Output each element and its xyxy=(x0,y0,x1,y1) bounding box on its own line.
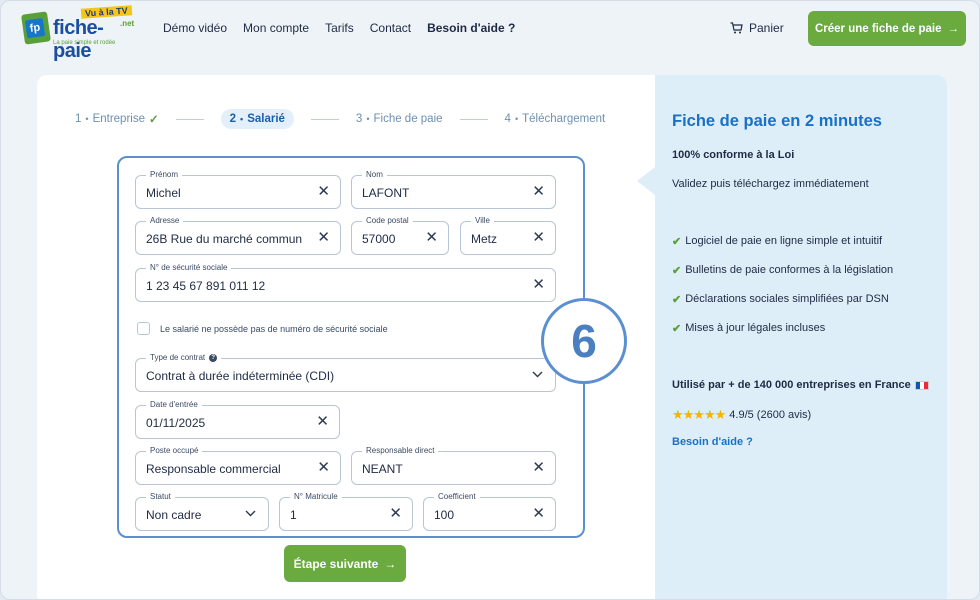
clear-icon[interactable]: ✕ xyxy=(532,506,545,522)
secu-field[interactable]: N° de sécurité sociale 1 23 45 67 891 01… xyxy=(135,263,556,302)
logo[interactable]: fp Vu à la TV fiche-paie .net La paie si… xyxy=(21,5,139,62)
date-entree-field[interactable]: Date d'entrée 01/11/2025 ✕ xyxy=(135,400,340,439)
adresse-field[interactable]: Adresse 26B Rue du marché commun ✕ xyxy=(135,216,341,255)
stars-icon: ★★★★★ xyxy=(672,407,726,422)
no-secu-checkbox[interactable] xyxy=(137,322,150,335)
step-divider xyxy=(459,118,488,120)
nom-field[interactable]: Nom LAFONT ✕ xyxy=(351,170,556,209)
chevron-down-icon xyxy=(532,367,543,381)
clear-icon[interactable]: ✕ xyxy=(317,184,330,200)
step-divider xyxy=(310,118,339,120)
nav-besoin-aide[interactable]: Besoin d'aide ? xyxy=(427,21,515,35)
check-icon: ✔ xyxy=(672,236,682,248)
coefficient-field[interactable]: Coefficient 100 ✕ xyxy=(423,492,556,531)
clear-icon[interactable]: ✕ xyxy=(532,277,545,293)
clear-icon[interactable]: ✕ xyxy=(532,184,545,200)
french-flag-icon xyxy=(914,380,929,390)
clear-icon[interactable]: ✕ xyxy=(316,414,329,430)
step-salarie[interactable]: 2 • Salarié xyxy=(220,109,294,129)
logo-net: .net xyxy=(120,19,135,28)
check-icon: ✔ xyxy=(672,323,682,335)
check-icon: ✔ xyxy=(672,294,682,306)
employee-form: Prénom Michel ✕ Nom LAFONT ✕ Adresse 26B… xyxy=(117,156,585,538)
cart-icon xyxy=(730,22,743,34)
nav-mon-compte[interactable]: Mon compte xyxy=(243,21,309,35)
statut-select[interactable]: Statut Non cadre xyxy=(135,492,269,531)
prenom-field[interactable]: Prénom Michel ✕ xyxy=(135,170,341,209)
main-card: Fiche de paie en 2 minutes 100% conforme… xyxy=(37,75,947,599)
step-divider xyxy=(175,118,204,120)
sidebar-subtitle: 100% conforme à la Loi xyxy=(672,149,795,161)
step-telechargement[interactable]: 4 • Téléchargement xyxy=(505,113,606,125)
no-secu-label: Le salarié ne possède pas de numéro de s… xyxy=(160,323,388,334)
list-item: ✔ Mises à jour légales incluses xyxy=(672,322,893,351)
check-icon: ✓ xyxy=(148,114,159,126)
header: fp Vu à la TV fiche-paie .net La paie si… xyxy=(1,1,979,62)
clear-icon[interactable]: ✕ xyxy=(532,230,545,246)
list-item: ✔ Logiciel de paie en ligne simple et int… xyxy=(672,235,893,264)
matricule-field[interactable]: N° Matricule 1 ✕ xyxy=(279,492,413,531)
no-secu-checkbox-row[interactable]: Le salarié ne possède pas de numéro de s… xyxy=(137,322,388,335)
nav-tarifs[interactable]: Tarifs xyxy=(325,21,354,35)
clear-icon[interactable]: ✕ xyxy=(532,460,545,476)
clear-icon[interactable]: ✕ xyxy=(389,506,402,522)
nav-demo-video[interactable]: Démo vidéo xyxy=(163,21,227,35)
clear-icon[interactable]: ✕ xyxy=(425,230,438,246)
next-step-label: Étape suivante xyxy=(293,556,379,571)
clear-icon[interactable]: ✕ xyxy=(317,230,330,246)
main-nav: Démo vidéo Mon compte Tarifs Contact Bes… xyxy=(163,21,515,35)
contrat-select[interactable]: Type de contrat? Contrat à durée indéter… xyxy=(135,353,556,392)
create-payslip-button[interactable]: Créer une fiche de paie → xyxy=(808,11,966,46)
sidebar-pointer xyxy=(637,167,655,195)
list-item: ✔ Bulletins de paie conformes à la législ… xyxy=(672,264,893,293)
cart-label: Panier xyxy=(749,21,784,35)
ville-field[interactable]: Ville Metz ✕ xyxy=(460,216,556,255)
chevron-down-icon xyxy=(245,506,256,520)
info-icon[interactable]: ? xyxy=(209,354,218,362)
step-number-badge: 6 xyxy=(541,298,627,384)
logo-tagline: La paie simple et rodée xyxy=(53,40,116,46)
app-window: fp Vu à la TV fiche-paie .net La paie si… xyxy=(0,0,980,600)
code-postal-field[interactable]: Code postal 57000 ✕ xyxy=(351,216,449,255)
next-step-button[interactable]: Étape suivante → xyxy=(284,545,406,582)
logo-badge-icon: fp xyxy=(21,11,51,45)
step-entreprise[interactable]: 1 • Entreprise ✓ xyxy=(75,112,159,126)
list-item: ✔ Déclarations sociales simplifiées par D… xyxy=(672,293,893,322)
rating: ★★★★★ 4.9/5 (2600 avis) xyxy=(672,407,812,422)
cart-button[interactable]: Panier xyxy=(730,21,784,35)
arrow-right-icon: → xyxy=(947,22,960,35)
step-fiche-de-paie[interactable]: 3 • Fiche de paie xyxy=(356,113,443,125)
info-sidebar: Fiche de paie en 2 minutes 100% conforme… xyxy=(655,75,947,599)
create-payslip-label: Créer une fiche de paie xyxy=(814,22,942,35)
nav-contact[interactable]: Contact xyxy=(370,21,411,35)
used-by-text: Utilisé par + de 140 000 entreprises en … xyxy=(672,379,929,391)
poste-field[interactable]: Poste occupé Responsable commercial ✕ xyxy=(135,446,341,485)
stepper: 1 • Entreprise ✓ 2 • Salarié 3 • Fiche de p… xyxy=(75,109,605,129)
clear-icon[interactable]: ✕ xyxy=(317,460,330,476)
responsable-field[interactable]: Responsable direct NEANT ✕ xyxy=(351,446,556,485)
sidebar-title: Fiche de paie en 2 minutes xyxy=(672,112,882,130)
sidebar-text: Validez puis téléchargez immédiatement xyxy=(672,178,869,190)
check-icon: ✔ xyxy=(672,265,682,277)
arrow-right-icon: → xyxy=(384,556,397,571)
feature-list: ✔ Logiciel de paie en ligne simple et int… xyxy=(672,235,893,351)
help-link[interactable]: Besoin d'aide ? xyxy=(672,436,753,448)
